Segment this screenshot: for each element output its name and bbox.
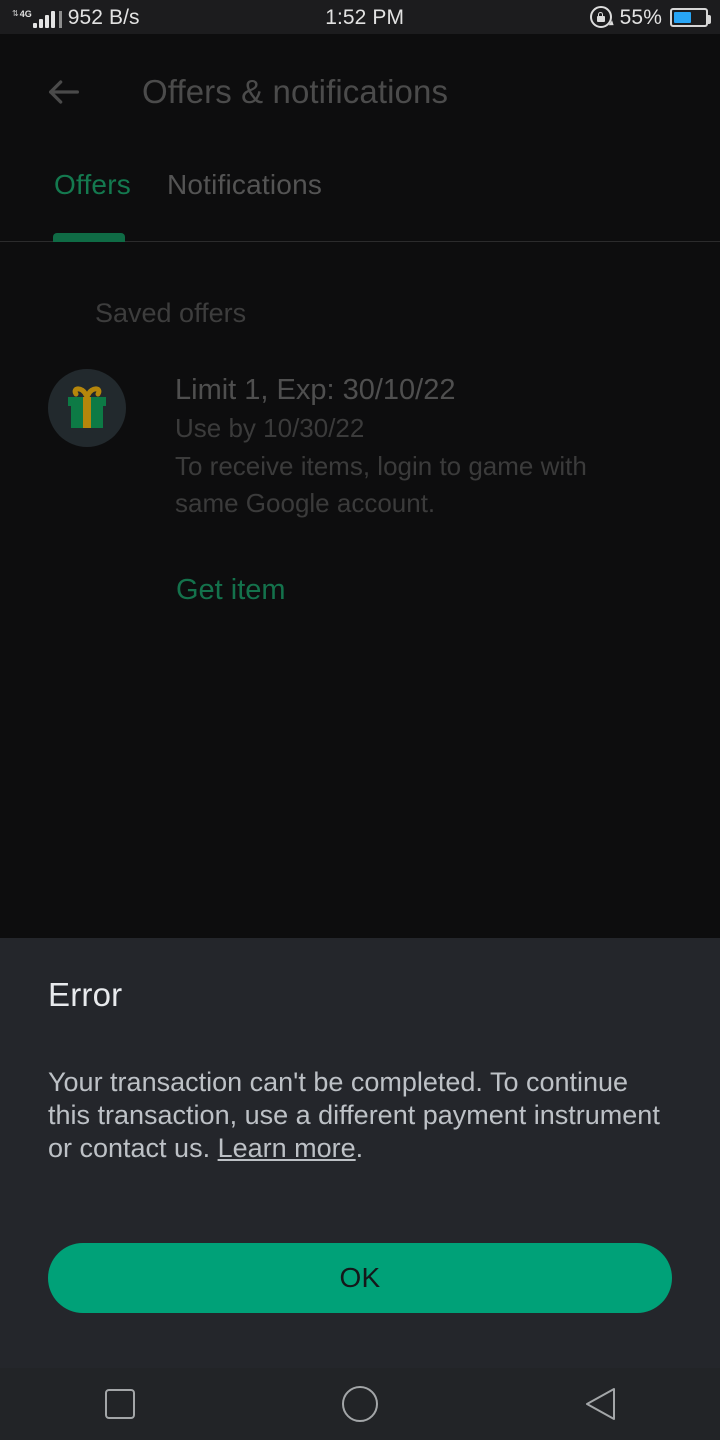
recents-button[interactable] bbox=[0, 1389, 240, 1419]
tab-offers[interactable]: Offers bbox=[36, 149, 149, 241]
dialog-title: Error bbox=[48, 976, 123, 1013]
dialog-message: Your transaction can't be completed. To … bbox=[0, 1014, 720, 1165]
navigation-bar bbox=[0, 1368, 720, 1440]
back-arrow-icon[interactable] bbox=[36, 64, 92, 120]
back-button[interactable] bbox=[480, 1386, 720, 1422]
get-item-button[interactable]: Get item bbox=[0, 522, 720, 607]
app-content: Offers & notifications Offers Notificati… bbox=[0, 34, 720, 938]
offer-text-block: Limit 1, Exp: 30/10/22 Use by 10/30/22 T… bbox=[126, 369, 635, 522]
triangle-back-icon bbox=[583, 1386, 617, 1422]
clock-label: 1:52 PM bbox=[325, 5, 405, 29]
offer-title: Limit 1, Exp: 30/10/22 bbox=[175, 374, 456, 406]
status-bar-center: 1:52 PM bbox=[140, 7, 590, 28]
signal-bars-icon: ⇅ 4G bbox=[12, 8, 62, 28]
data-transfer-icon: ⇅ bbox=[12, 8, 19, 18]
error-dialog: Error Your transaction can't be complete… bbox=[0, 938, 720, 1368]
rotation-lock-icon bbox=[589, 6, 616, 28]
page-title: Offers & notifications bbox=[142, 72, 449, 110]
tab-bar: Offers Notifications bbox=[0, 149, 720, 242]
battery-icon bbox=[670, 7, 711, 27]
tab-active-indicator bbox=[53, 233, 125, 242]
saved-offers-label: Saved offers bbox=[95, 298, 247, 328]
gift-icon bbox=[48, 369, 126, 447]
data-rate-label: 952 B/s bbox=[67, 5, 140, 29]
tab-offers-label: Offers bbox=[54, 169, 131, 200]
tab-notifications-label: Notifications bbox=[166, 169, 323, 200]
battery-percent-label: 55% bbox=[619, 5, 662, 29]
status-bar-right: 55% bbox=[589, 5, 711, 29]
circle-home-icon bbox=[342, 1386, 378, 1422]
signal-strength-bars bbox=[32, 10, 55, 28]
app-bar: Offers & notifications bbox=[0, 34, 720, 149]
status-bar: ⇅ 4G 952 B/s 1:52 PM 55% bbox=[0, 0, 720, 34]
offer-use-by: Use by 10/30/22 bbox=[175, 413, 365, 444]
offer-description: To receive items, login to game with sam… bbox=[175, 450, 587, 519]
home-button[interactable] bbox=[240, 1386, 480, 1422]
phone-screen: ⇅ 4G 952 B/s 1:52 PM 55% Offers & notifi… bbox=[0, 0, 720, 1440]
status-bar-left: ⇅ 4G 952 B/s bbox=[12, 7, 140, 28]
sim-separator-icon bbox=[58, 10, 62, 28]
network-type-label: 4G bbox=[19, 8, 32, 19]
dialog-actions: OK bbox=[0, 1165, 720, 1313]
square-recents-icon bbox=[105, 1389, 135, 1419]
dialog-message-tail: . bbox=[355, 1132, 364, 1163]
learn-more-link[interactable]: Learn more bbox=[218, 1133, 356, 1163]
tab-notifications[interactable]: Notifications bbox=[149, 149, 340, 241]
offer-list-item[interactable]: Limit 1, Exp: 30/10/22 Use by 10/30/22 T… bbox=[0, 329, 720, 522]
ok-button[interactable]: OK bbox=[48, 1242, 672, 1313]
